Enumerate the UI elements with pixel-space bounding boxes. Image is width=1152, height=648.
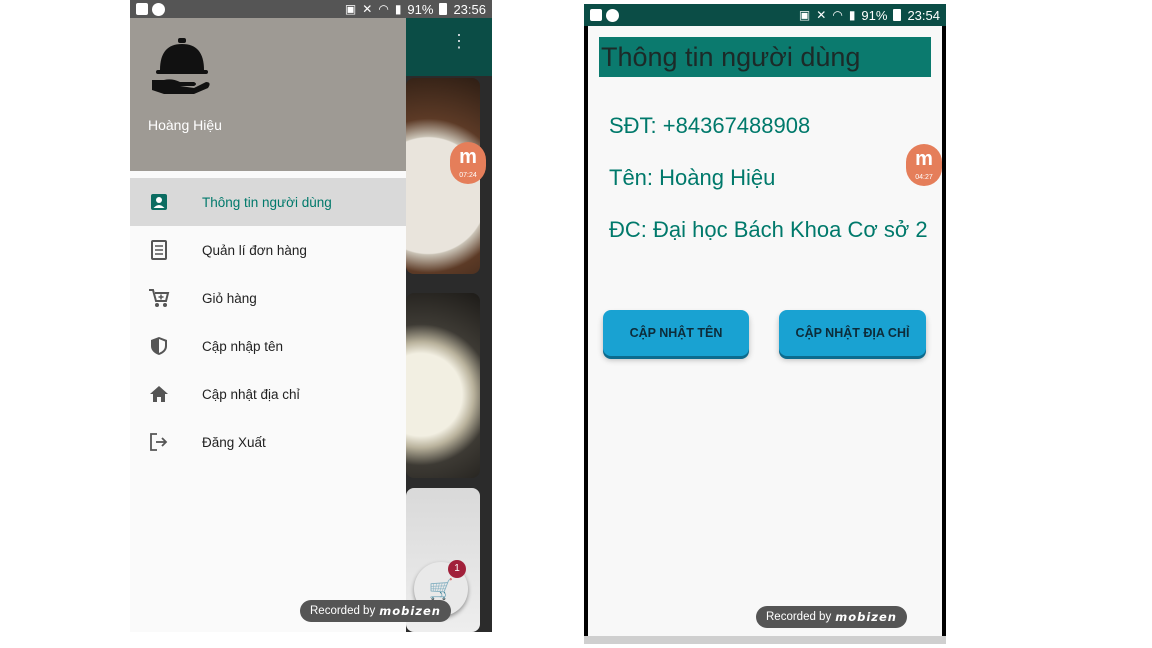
mute-icon: ✕ bbox=[362, 2, 373, 16]
battery-icon bbox=[893, 9, 902, 21]
wifi-icon: ◠ bbox=[832, 8, 843, 22]
signal-icon: ▮ bbox=[848, 8, 856, 22]
recorded-by-watermark: Recorded by mobizen bbox=[756, 606, 907, 628]
menu-item-label: Quản lí đơn hàng bbox=[202, 242, 307, 258]
phone-number-text: SĐT: +84367488908 bbox=[609, 113, 811, 138]
navigation-bar bbox=[584, 636, 946, 644]
menu-item-label: Thông tin người dùng bbox=[202, 194, 332, 210]
recorded-by-watermark: Recorded by mobizen bbox=[300, 600, 451, 622]
user-name: Hoàng Hiệu bbox=[148, 117, 222, 133]
mobizen-logo: mobizen bbox=[379, 604, 441, 618]
address-text: ĐC: Đại học Bách Khoa Cơ sở 2 bbox=[609, 217, 928, 242]
logout-icon bbox=[148, 431, 170, 453]
facebook-icon bbox=[136, 3, 148, 15]
status-bar: ▣ ✕ ◠ ▮ 91% 23:54 bbox=[584, 4, 946, 26]
home-icon bbox=[148, 383, 170, 405]
mobizen-status-icon bbox=[152, 2, 165, 16]
phone-left: ▣ ✕ ◠ ▮ 91% 23:56 ⋮ m 07:24 🛒 1 Hoàng Hi… bbox=[130, 0, 492, 632]
menu-item-label: Giỏ hàng bbox=[202, 290, 257, 306]
wifi-icon: ◠ bbox=[378, 2, 389, 16]
battery-percent: 91% bbox=[861, 7, 888, 23]
food-card[interactable] bbox=[406, 293, 480, 478]
update-name-button[interactable]: CẬP NHẬT TÊN bbox=[603, 310, 749, 356]
menu-item-logout[interactable]: Đăng Xuất bbox=[130, 418, 406, 466]
phone-right: ▣ ✕ ◠ ▮ 91% 23:54 Thông tin người dùng S… bbox=[584, 4, 946, 644]
mobizen-floating-button[interactable]: m 07:24 bbox=[450, 142, 486, 184]
menu-item-update-name[interactable]: Cập nhập tên bbox=[130, 322, 406, 370]
menu-item-label: Cập nhập tên bbox=[202, 338, 284, 354]
signal-icon: ▮ bbox=[394, 2, 402, 16]
mobizen-status-icon bbox=[606, 8, 619, 22]
battery-percent: 91% bbox=[407, 1, 434, 17]
mobizen-logo: mobizen bbox=[835, 610, 897, 624]
clock: 23:56 bbox=[453, 1, 486, 17]
menu-item-label: Đăng Xuất bbox=[202, 434, 266, 450]
drawer-header: Hoàng Hiệu bbox=[130, 18, 406, 171]
battery-icon bbox=[439, 3, 448, 15]
drawer-menu: Thông tin người dùng Quản lí đơn hàng Gi… bbox=[130, 178, 406, 466]
account-box-icon bbox=[148, 191, 170, 213]
menu-item-update-address[interactable]: Cập nhật địa chỉ bbox=[130, 370, 406, 418]
shield-icon bbox=[148, 335, 170, 357]
menu-item-label: Cập nhật địa chỉ bbox=[202, 386, 300, 402]
mute-icon: ✕ bbox=[816, 8, 827, 22]
cast-icon: ▣ bbox=[798, 8, 811, 22]
menu-item-cart[interactable]: Giỏ hàng bbox=[130, 274, 406, 322]
navigation-drawer: Hoàng Hiệu Thông tin người dùng Quản lí … bbox=[130, 18, 406, 632]
receipt-list-icon bbox=[148, 239, 170, 261]
clock: 23:54 bbox=[907, 7, 940, 23]
cart-add-icon bbox=[148, 287, 170, 309]
user-info-screen: Thông tin người dùng SĐT: +84367488908 T… bbox=[588, 26, 942, 636]
name-text: Tên: Hoàng Hiệu bbox=[609, 165, 776, 190]
menu-item-user-info[interactable]: Thông tin người dùng bbox=[130, 178, 406, 226]
message-icon bbox=[590, 9, 602, 21]
update-address-button[interactable]: CẬP NHẬT ĐỊA CHỈ bbox=[779, 310, 926, 356]
cart-icon: 🛒 bbox=[428, 578, 454, 601]
cart-count-badge: 1 bbox=[448, 560, 466, 578]
overflow-menu-icon[interactable]: ⋮ bbox=[450, 32, 468, 50]
page-title: Thông tin người dùng bbox=[599, 37, 931, 77]
menu-item-orders[interactable]: Quản lí đơn hàng bbox=[130, 226, 406, 274]
cast-icon: ▣ bbox=[344, 2, 357, 16]
status-bar: ▣ ✕ ◠ ▮ 91% 23:56 bbox=[130, 0, 492, 18]
mobizen-floating-button[interactable]: m 04:27 bbox=[906, 144, 942, 186]
cloche-service-icon bbox=[152, 38, 210, 94]
